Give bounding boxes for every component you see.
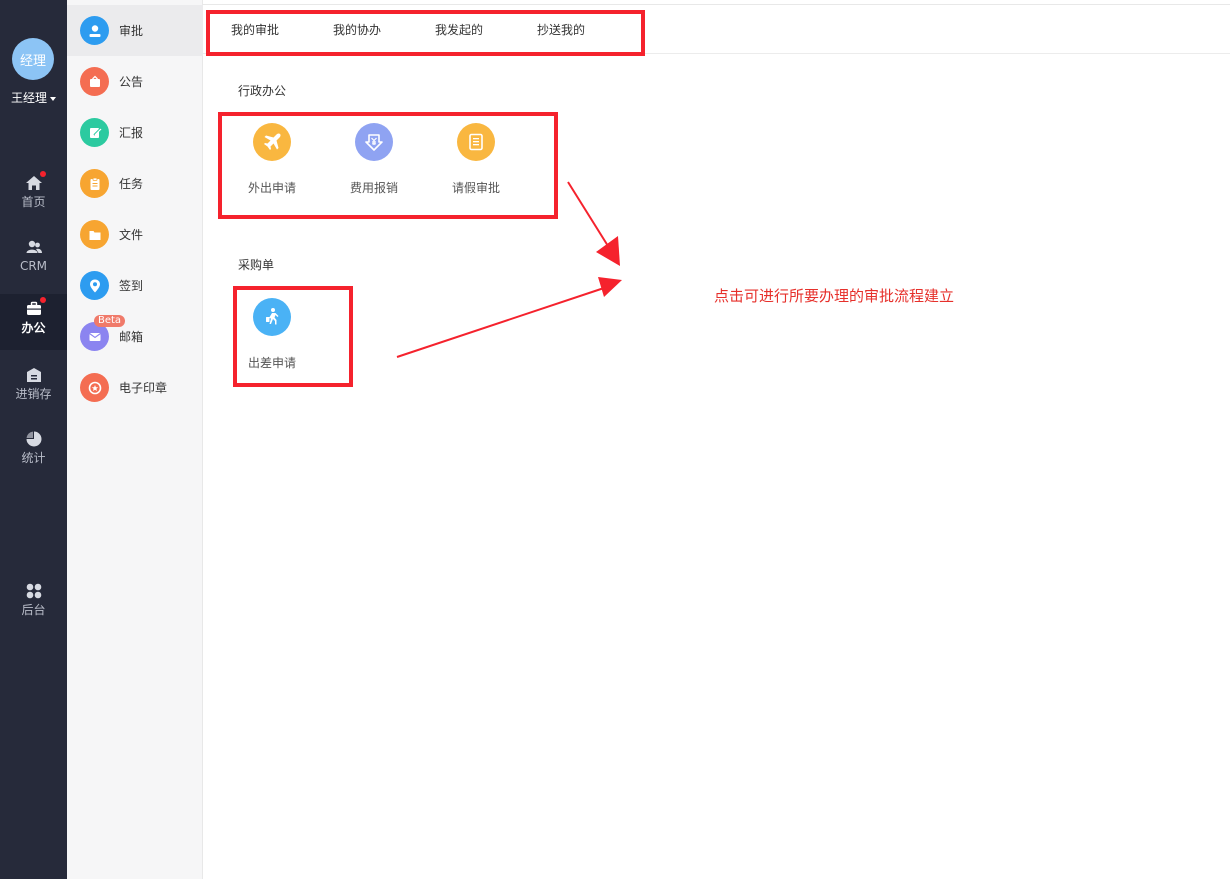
mail-icon: Beta <box>80 315 126 351</box>
home-icon <box>25 171 46 192</box>
app-label: 出差申请 <box>247 356 296 370</box>
rail-item-label: 办公 <box>21 321 46 335</box>
pie-chart-icon <box>25 430 43 448</box>
avatar[interactable]: 经理 <box>12 38 54 80</box>
expense-download-icon <box>355 123 393 161</box>
menu-item-approval[interactable]: 审批 <box>67 5 203 56</box>
app-label: 外出申请 <box>247 181 296 195</box>
announcement-icon <box>80 67 109 96</box>
users-icon <box>25 238 43 256</box>
user-name: 王经理 <box>10 91 47 105</box>
briefcase-icon <box>25 297 46 318</box>
top-divider <box>203 4 1230 5</box>
tabs-highlight-box <box>206 10 645 56</box>
walking-person-icon <box>253 298 291 336</box>
grid-icon <box>25 582 43 600</box>
rail-item-statistics[interactable]: 统计 <box>0 424 67 480</box>
seal-icon <box>80 373 109 402</box>
menu-item-file[interactable]: 文件 <box>67 209 203 260</box>
menu-item-label: 签到 <box>119 279 144 293</box>
annotation-note: 点击可进行所要办理的审批流程建立 <box>714 287 955 305</box>
menu-item-seal[interactable]: 电子印章 <box>67 362 203 413</box>
menu-item-label: 任务 <box>119 177 144 191</box>
notification-dot <box>39 297 46 303</box>
menu-item-label: 电子印章 <box>119 381 168 395</box>
rail-item-inventory[interactable]: 进销存 <box>0 360 67 416</box>
beta-badge: Beta <box>94 315 126 327</box>
rail-item-admin[interactable]: 后台 <box>0 576 67 632</box>
section-title-purchase: 采购单 <box>238 258 275 272</box>
office-submenu: 审批 公告 汇报 任务 文件 签到 Beta 邮箱 电子印章 <box>67 0 203 879</box>
menu-item-task[interactable]: 任务 <box>67 158 203 209</box>
report-edit-icon <box>80 118 109 147</box>
folder-icon <box>80 220 109 249</box>
app-label: 请假审批 <box>451 181 500 195</box>
rail-item-label: 统计 <box>21 451 46 465</box>
rail-item-label: 首页 <box>21 195 46 209</box>
approval-user-icon <box>80 16 109 45</box>
rail-item-label: CRM <box>19 259 48 273</box>
app-business-trip-request[interactable]: 出差申请 <box>232 298 312 371</box>
menu-item-checkin[interactable]: 签到 <box>67 260 203 311</box>
app-outing-request[interactable]: 外出申请 <box>232 123 312 196</box>
plane-icon <box>253 123 291 161</box>
user-menu[interactable]: 王经理 <box>0 89 67 106</box>
rail-item-label: 后台 <box>21 603 46 617</box>
menu-item-label: 文件 <box>119 228 144 242</box>
warehouse-icon <box>25 366 43 384</box>
app-expense-reimbursement[interactable]: 费用报销 <box>334 123 414 196</box>
menu-item-announcement[interactable]: 公告 <box>67 56 203 107</box>
menu-item-label: 审批 <box>119 24 144 38</box>
menu-item-label: 邮箱 <box>119 330 144 344</box>
caret-down-icon <box>50 96 56 101</box>
menu-item-label: 公告 <box>119 75 144 89</box>
main-nav-rail: 经理 王经理 首页 CRM 办公 进销存 统计 后台 <box>0 0 67 879</box>
notification-dot <box>39 171 46 177</box>
section-title-admin: 行政办公 <box>238 84 287 98</box>
rail-item-home[interactable]: 首页 <box>0 168 67 224</box>
app-label: 费用报销 <box>349 181 398 195</box>
rail-item-office[interactable]: 办公 <box>0 294 67 350</box>
location-pin-icon <box>80 271 109 300</box>
menu-item-label: 汇报 <box>119 126 144 140</box>
menu-item-report[interactable]: 汇报 <box>67 107 203 158</box>
app-leave-approval[interactable]: 请假审批 <box>436 123 516 196</box>
rail-item-crm[interactable]: CRM <box>0 232 67 288</box>
clipboard-icon <box>80 169 109 198</box>
menu-item-mail[interactable]: Beta 邮箱 <box>67 311 203 362</box>
document-icon <box>457 123 495 161</box>
rail-item-label: 进销存 <box>15 387 52 401</box>
